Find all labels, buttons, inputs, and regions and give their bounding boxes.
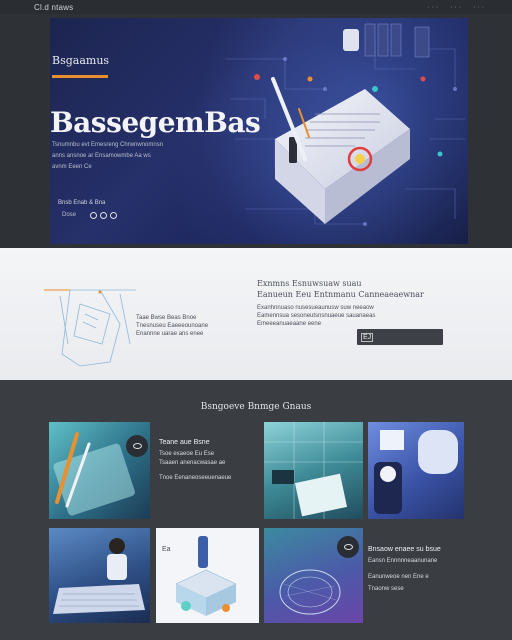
band-left-line: Tnesnuseu Eaeeeounoane [136, 323, 209, 329]
hero-title: BassegemBas [50, 106, 261, 139]
accent-rule [52, 75, 108, 78]
gallery-title: Bsngoeve Bnmge Gnaus [200, 402, 312, 412]
tile-text-line: Tsoe exaeoe Eu Ese [159, 451, 215, 457]
circle-icon[interactable] [100, 212, 107, 219]
view-button[interactable] [337, 536, 359, 558]
band-action-button[interactable]: EJ [357, 329, 443, 345]
hero-eyebrow: Bsgaamus [52, 54, 110, 67]
nav-item[interactable]: · · · [450, 4, 461, 11]
band-left-line: Taae Bwse Beas Bnoe [136, 315, 197, 321]
gallery-tile-6[interactable] [264, 528, 363, 623]
hero-text-line: anns ansnoe ar Ensamowmbe Aa ws [52, 153, 151, 159]
tile-text-line: Tnoe Eenaneoseeuenaeue [159, 475, 232, 481]
gallery-tile-2[interactable] [264, 422, 363, 519]
band-button-label: EJ [361, 332, 374, 342]
top-bar: Cl.d ntaws · · · · · · · · · [0, 0, 512, 14]
gallery-tile-4[interactable] [49, 528, 150, 623]
gallery-tile-1[interactable] [49, 422, 150, 519]
site-logo[interactable]: Cl.d ntaws [34, 3, 73, 12]
circle-icon[interactable] [110, 212, 117, 219]
eye-icon [343, 544, 353, 550]
view-button[interactable] [126, 435, 148, 457]
tile-text-line: Tnaonw sese [368, 586, 404, 592]
eye-icon [132, 443, 142, 449]
gallery-tile-3[interactable] [368, 422, 464, 519]
band-left-line: Enannne uarae ans enee [136, 331, 204, 337]
hero-icon-row [90, 212, 117, 219]
page: Cl.d ntaws · · · · · · · · · Bsgaamus Ba… [0, 0, 512, 640]
nav-item[interactable]: · · · [473, 4, 484, 11]
tile-heading: Bnsaow enaee su bsue [368, 546, 441, 553]
band-text-line: Exanhnnuaso nusesueaunusw suw neeaow [257, 305, 374, 311]
band-text-line: Eamennsua sesoneutsnsnuaeue sauanaeas [257, 313, 376, 319]
nav-item[interactable]: · · · [427, 4, 438, 11]
hero-section: Bsgaamus BassegemBas Tsnumnbu evt Emesre… [0, 14, 512, 248]
tile-text-line: Eansn Ennnnneaanunane [368, 558, 438, 564]
info-band: Taae Bwse Beas Bnoe Tnesnuseu Eaeeeounoa… [0, 248, 512, 380]
tile-heading: Teane aue Bsne [159, 439, 210, 446]
tile-badge: Ea [162, 546, 171, 553]
hero-text-line: avnm Eeen Ce [52, 164, 92, 170]
gallery-tile-5[interactable]: Ea [156, 528, 259, 623]
person-laptop-image [53, 538, 145, 614]
sketch-illustration [44, 289, 136, 367]
hero-cta-sub: Dose [62, 212, 77, 218]
hero-text-line: Tsnumnbu evt Emesreng Chrwnwnomnsn [52, 142, 164, 148]
isometric-device-image [175, 536, 237, 616]
tile-text-line: Tsaaen anenacwasae ae [159, 460, 226, 466]
hero-cta-link[interactable]: Bnsb Enab & Bna [58, 200, 105, 206]
band-title: Exnmns Esnuwsuaw suau [257, 279, 362, 288]
circuit-board-image [264, 422, 363, 519]
band-subtitle: Eanueun Eeu Entnmanu Canneaeaewnar [257, 290, 424, 299]
band-text-line: Emeeeanuaeaane eene [257, 321, 322, 327]
top-nav: · · · · · · · · · [427, 4, 484, 11]
circle-icon[interactable] [90, 212, 97, 219]
tile-text-line: Eanunweoe nen Ene e [368, 574, 429, 580]
device-photo-image [374, 430, 458, 514]
